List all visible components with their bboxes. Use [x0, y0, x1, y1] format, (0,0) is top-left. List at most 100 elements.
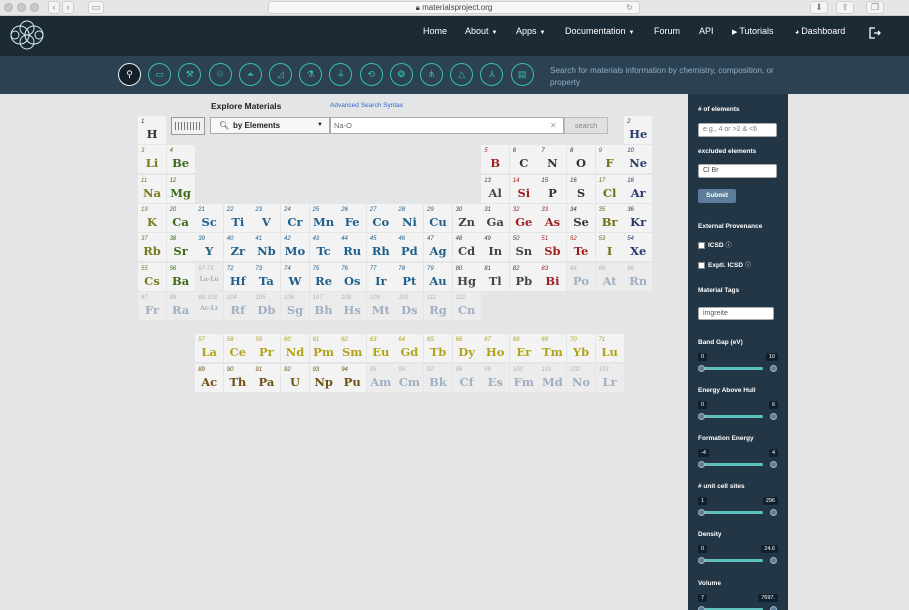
element-nb[interactable]: 41 Nb — [252, 233, 281, 262]
element-zn[interactable]: 30 Zn — [452, 203, 481, 232]
element-sm[interactable]: 62 Sm — [338, 334, 367, 362]
close-window-icon[interactable] — [4, 3, 13, 12]
element-in[interactable]: 49 In — [481, 233, 510, 262]
address-bar[interactable]: 🔒︎ materialsproject.org ↻ — [268, 1, 640, 14]
help-icon[interactable]: ⓘ — [726, 243, 732, 249]
element-ar[interactable]: 18 Ar — [624, 174, 653, 203]
element-sc[interactable]: 21 Sc — [195, 203, 224, 232]
database-icon[interactable]: ▤ — [510, 63, 534, 86]
element-bi[interactable]: 83 Bi — [538, 262, 567, 291]
element-ru[interactable]: 44 Ru — [338, 233, 367, 262]
slider-max-handle[interactable] — [770, 413, 777, 420]
element-o[interactable]: 8O — [567, 145, 595, 174]
nav-link-forum[interactable]: Forum — [654, 26, 680, 36]
checkbox-icon[interactable] — [698, 241, 705, 249]
element-np[interactable]: 93 Np — [309, 363, 338, 392]
element-fr[interactable]: 87 Fr — [138, 291, 166, 320]
element-ne[interactable]: 10 Ne — [624, 145, 653, 174]
element-w[interactable]: 74 W — [281, 262, 309, 291]
element-cs[interactable]: 55 Cs — [138, 262, 166, 291]
slider-min-handle[interactable] — [698, 509, 705, 516]
element-fm[interactable]: 100 Fm — [509, 363, 538, 392]
element-ni[interactable]: 28 Ni — [395, 203, 424, 232]
submit-button[interactable]: Submit — [698, 189, 736, 203]
element-pd[interactable]: 46 Pd — [395, 233, 424, 262]
element-v[interactable]: 23 V — [252, 203, 281, 232]
element-u[interactable]: 92 U — [281, 363, 309, 392]
tabs-icon[interactable]: ❐ — [866, 1, 884, 14]
element-pb[interactable]: 82 Pb — [509, 262, 538, 291]
materials-project-logo-icon[interactable] — [8, 20, 46, 50]
element-sg[interactable]: 106 Sg — [281, 291, 309, 320]
element-rb[interactable]: 37 Rb — [138, 233, 166, 262]
element-mo[interactable]: 42 Mo — [281, 233, 309, 262]
material-tags-input[interactable]: imgreite — [698, 307, 774, 320]
element-os[interactable]: 76 Os — [338, 262, 367, 291]
slider-min-handle[interactable] — [698, 365, 705, 372]
element-mn[interactable]: 25 Mn — [309, 203, 338, 232]
clear-icon[interactable]: ✕ — [550, 118, 557, 133]
element-dy[interactable]: 66 Dy — [452, 334, 481, 362]
element-pt[interactable]: 78 Pt — [395, 262, 424, 291]
element-th[interactable]: 90 Th — [223, 363, 252, 392]
element-c[interactable]: 6C — [509, 145, 538, 174]
element-rn[interactable]: 86 Rn — [624, 262, 653, 291]
slider-track[interactable] — [702, 463, 763, 466]
element-al[interactable]: 13 Al — [481, 174, 510, 203]
page-scrollbar[interactable] — [788, 94, 794, 610]
element-eu[interactable]: 63 Eu — [366, 334, 395, 362]
element-ir[interactable]: 77 Ir — [366, 262, 395, 291]
slider-min-handle[interactable] — [698, 461, 705, 468]
element-ac-lr[interactable]: 89-103 Ac-Lr — [195, 291, 224, 320]
excluded-elements-input[interactable]: Cl Br — [698, 164, 777, 178]
nav-link-api[interactable]: API — [699, 26, 714, 36]
element-md[interactable]: 101 Md — [538, 363, 567, 392]
download-icon[interactable]: ⬇ — [810, 1, 828, 14]
element-pu[interactable]: 94 Pu — [338, 363, 367, 392]
element-ge[interactable]: 32 Ge — [509, 203, 538, 232]
element-li[interactable]: 3 Li — [138, 145, 166, 174]
element-db[interactable]: 105 Db — [252, 291, 281, 320]
element-po[interactable]: 84 Po — [567, 262, 595, 291]
element-lr[interactable]: 103 Lr — [595, 363, 624, 392]
element-ho[interactable]: 67 Ho — [481, 334, 510, 362]
element-ca[interactable]: 20 Ca — [166, 203, 195, 232]
flask-icon[interactable]: ⏶ — [238, 63, 262, 86]
element-te[interactable]: 52 Te — [567, 233, 595, 262]
nav-link-apps[interactable]: Apps ▼ — [516, 26, 545, 36]
back-icon[interactable]: ‹ — [48, 1, 60, 14]
element-si[interactable]: 14 Si — [509, 174, 538, 203]
element-tl[interactable]: 81 Tl — [481, 262, 510, 291]
minimize-window-icon[interactable] — [17, 3, 26, 12]
element-pa[interactable]: 91 Pa — [252, 363, 281, 392]
element-ga[interactable]: 31 Ga — [481, 203, 510, 232]
element-b[interactable]: 5B — [481, 145, 510, 174]
element-bk[interactable]: 97 Bk — [424, 363, 452, 392]
element-cl[interactable]: 17 Cl — [595, 174, 624, 203]
search-input[interactable]: Na-O — [330, 117, 564, 134]
element-la[interactable]: 57 La — [195, 334, 224, 362]
element-ra[interactable]: 88 Ra — [166, 291, 195, 320]
forward-icon[interactable]: › — [62, 1, 74, 14]
element-y[interactable]: 39 Y — [195, 233, 224, 262]
num-elements-input[interactable]: e.g., 4 or >2 & <6 — [698, 123, 777, 137]
element-re[interactable]: 75 Re — [309, 262, 338, 291]
slider-max-handle[interactable] — [770, 365, 777, 372]
help-icon[interactable]: ⓘ — [745, 263, 751, 269]
element-no[interactable]: 102 No — [567, 363, 595, 392]
element-zr[interactable]: 40 Zr — [223, 233, 252, 262]
maximize-window-icon[interactable] — [30, 3, 39, 12]
element-f[interactable]: 9F — [595, 145, 624, 174]
element-xe[interactable]: 54 Xe — [624, 233, 653, 262]
slider-max-handle[interactable] — [770, 557, 777, 564]
search-mode-dropdown[interactable]: 🔍︎ by Elements ▼ — [210, 117, 330, 134]
element-ag[interactable]: 47 Ag — [424, 233, 452, 262]
advanced-search-link[interactable]: Advanced Search Syntax — [330, 102, 403, 109]
element-sn[interactable]: 50 Sn — [509, 233, 538, 262]
element-rf[interactable]: 104 Rf — [223, 291, 252, 320]
icsd-checkbox[interactable]: ICSD ⓘ — [698, 240, 732, 249]
element-cf[interactable]: 98 Cf — [452, 363, 481, 392]
element-br[interactable]: 35 Br — [595, 203, 624, 232]
recycle-icon[interactable]: ♲ — [208, 63, 232, 86]
logout-icon[interactable] — [869, 27, 881, 39]
